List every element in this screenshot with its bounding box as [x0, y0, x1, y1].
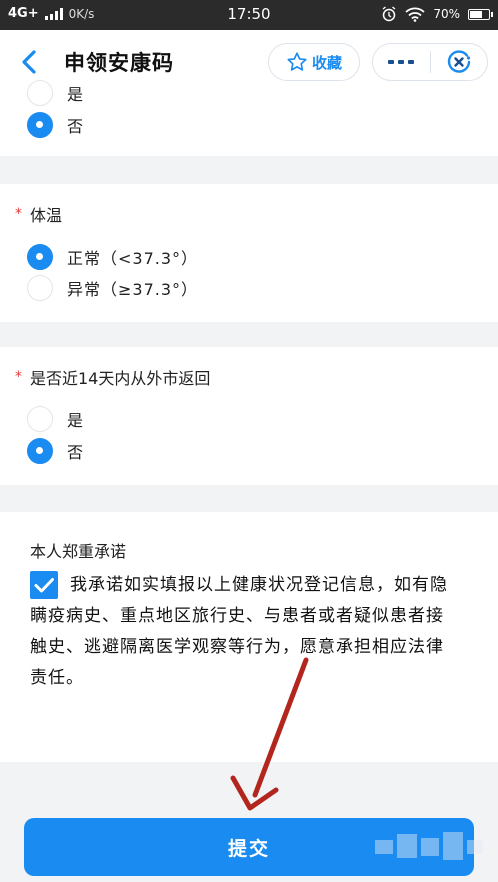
- question-card-temperature: * 体温 正常（<37.3°） 异常（≥37.3°）: [0, 184, 498, 322]
- network-speed: 0K/s: [68, 6, 95, 21]
- radio-button[interactable]: [27, 275, 53, 301]
- mini-program-capsule: [372, 43, 488, 81]
- pledge-title: 本人郑重承诺: [30, 542, 127, 561]
- required-mark: *: [15, 369, 22, 385]
- radio-button-selected[interactable]: [27, 438, 53, 464]
- radio-button[interactable]: [27, 80, 53, 106]
- close-button[interactable]: [430, 44, 487, 80]
- battery-percent: 70%: [433, 7, 460, 21]
- more-button[interactable]: [373, 44, 430, 80]
- required-mark: *: [15, 206, 22, 222]
- pledge-text: 我承诺如实填报以上健康状况登记信息，如有隐瞒疫病史、重点地区旅行史、与患者或者疑…: [30, 575, 448, 688]
- option-yes[interactable]: 是: [27, 406, 84, 432]
- signal-icon: [44, 7, 63, 20]
- network-type: 4G+: [8, 6, 39, 21]
- wifi-icon: [405, 7, 425, 22]
- option-no[interactable]: 否: [27, 438, 84, 464]
- favorite-label: 收藏: [311, 53, 342, 72]
- watermark-graphic: [375, 832, 483, 860]
- close-circle-icon: [447, 50, 470, 73]
- battery-icon: [468, 8, 493, 20]
- radio-button-selected[interactable]: [27, 112, 53, 138]
- option-abnormal[interactable]: 异常（≥37.3°）: [27, 275, 198, 301]
- option-yes[interactable]: 是: [27, 80, 84, 106]
- question-title: 是否近14天内从外市返回: [30, 369, 211, 388]
- radio-button[interactable]: [27, 406, 53, 432]
- option-no[interactable]: 否: [27, 112, 84, 138]
- submit-label: 提交: [227, 837, 270, 860]
- question-title: 体温: [30, 206, 63, 225]
- star-icon: [287, 52, 307, 71]
- pledge-card: 本人郑重承诺 我承诺如实填报以上健康状况登记信息，如有隐瞒疫病史、重点地区旅行史…: [0, 512, 498, 762]
- radio-button-selected[interactable]: [27, 244, 53, 270]
- question-card-previous: 是 否: [0, 80, 498, 156]
- option-normal[interactable]: 正常（<37.3°）: [27, 244, 198, 270]
- status-bar: 4G+ 0K/s 17:50 70%: [0, 0, 498, 30]
- question-card-returned: * 是否近14天内从外市返回 是 否: [0, 347, 498, 485]
- favorite-button[interactable]: 收藏: [268, 43, 360, 81]
- page-title: 申领安康码: [64, 51, 174, 75]
- more-dots-icon: [388, 60, 415, 64]
- back-arrow-icon[interactable]: [14, 46, 46, 78]
- alarm-icon: [382, 6, 396, 22]
